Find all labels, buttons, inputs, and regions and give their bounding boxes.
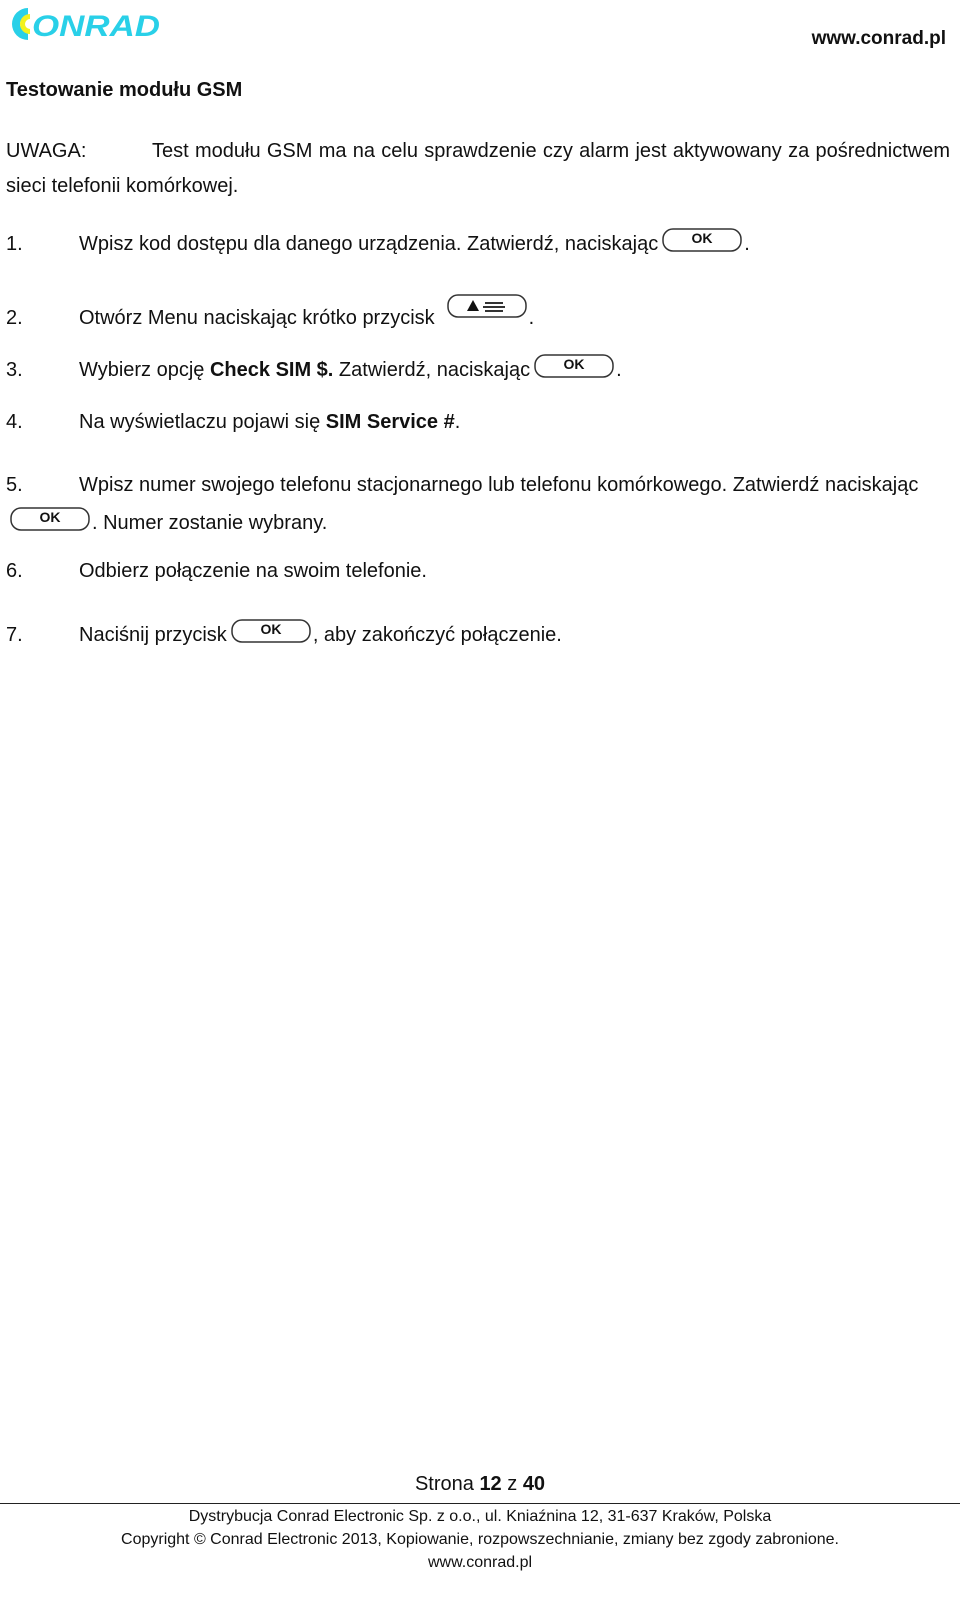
svg-text:OK: OK: [692, 230, 713, 246]
note-label: UWAGA:: [6, 140, 87, 162]
note-paragraph: UWAGA: Test modułu GSM ma na celu sprawdz…: [6, 134, 950, 204]
step-text-after: . Numer zostanie wybrany.: [92, 512, 328, 534]
svg-text:OK: OK: [260, 621, 281, 637]
step-text-after: .: [528, 307, 535, 329]
menu-button-icon: [446, 294, 527, 318]
ok-button-icon: OK: [231, 619, 311, 643]
footer-copyright: Copyright © Conrad Electronic 2013, Kopi…: [121, 1531, 839, 1548]
step-text-middle: Zatwierdź, naciskając: [333, 359, 531, 381]
step-3: 3. Wybierz opcję Check SIM $. Zatwierdź, …: [6, 354, 622, 382]
step-text-after: , aby zakończyć połączenie.: [312, 624, 562, 646]
page-prefix: Strona: [414, 1473, 474, 1495]
header-website[interactable]: www.conrad.pl: [812, 28, 946, 50]
page-current: 12: [479, 1473, 502, 1495]
step-text: Wpisz kod dostępu dla danego urządzenia.…: [79, 233, 659, 255]
svg-text:ONRAD: ONRAD: [32, 10, 160, 43]
step-number: 4.: [6, 411, 23, 433]
option-name: Check SIM $.: [209, 359, 334, 381]
footer-distribution: Dystrybucja Conrad Electronic Sp. z o.o.…: [188, 1508, 772, 1525]
step-text: Na wyświetlaczu pojawi się: [79, 411, 326, 433]
step-7: 7. Naciśnij przycisk OK , aby zakończyć p…: [6, 619, 562, 647]
footer-divider: [0, 1503, 960, 1504]
step-number: 2.: [6, 307, 23, 329]
svg-text:OK: OK: [564, 356, 585, 372]
step-number: 6.: [6, 560, 23, 582]
svg-text:OK: OK: [40, 509, 61, 525]
section-title: Testowanie modułu GSM: [6, 79, 243, 101]
step-text: Wybierz opcję: [79, 359, 210, 381]
step-number: 3.: [6, 359, 23, 381]
step-number: 5.: [6, 474, 23, 496]
step-5: 5. Wpisz numer swojego telefonu stacjonar…: [6, 466, 950, 542]
step-text-after: .: [744, 233, 750, 255]
step-text: Naciśnij przycisk: [79, 624, 227, 646]
display-message: SIM Service #: [325, 411, 455, 433]
page-number: Strona 12 z 40: [0, 1473, 960, 1496]
footer-website[interactable]: www.conrad.pl: [0, 1554, 960, 1572]
ok-button-icon: OK: [662, 228, 742, 252]
step-6: 6. Odbierz połączenie na swoim telefonie.: [6, 559, 427, 583]
step-text: Odbierz połączenie na swoim telefonie.: [79, 560, 427, 582]
ok-button-icon: OK: [534, 354, 614, 378]
step-4: 4. Na wyświetlaczu pojawi się SIM Service…: [6, 410, 460, 434]
step-text: Otwórz Menu naciskając krótko przycisk: [79, 307, 435, 329]
conrad-logo: ONRAD: [12, 8, 160, 43]
step-2: 2. Otwórz Menu naciskając krótko przycisk…: [6, 294, 534, 330]
step-number: 1.: [6, 233, 23, 255]
ok-button-icon: OK: [10, 507, 90, 531]
step-text-after: .: [454, 411, 461, 433]
step-number: 7.: [6, 624, 23, 646]
step-text: Wpisz numer swojego telefonu stacjonarne…: [79, 474, 919, 496]
page-separator: z: [507, 1473, 518, 1495]
step-1: 1. Wpisz kod dostępu dla danego urządzeni…: [6, 228, 750, 256]
page-total: 40: [522, 1473, 546, 1495]
step-text-after: .: [616, 359, 622, 381]
